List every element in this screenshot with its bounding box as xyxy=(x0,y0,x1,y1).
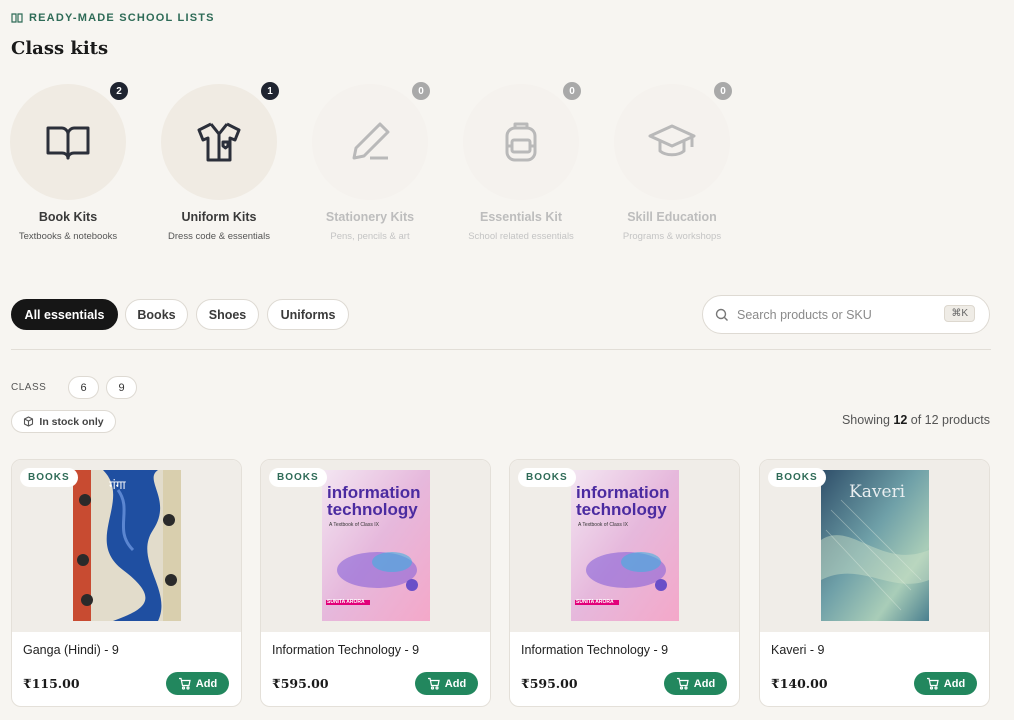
class-label: CLASS xyxy=(11,382,47,393)
product-name[interactable]: Information Technology - 9 xyxy=(272,643,419,657)
add-label: Add xyxy=(693,677,716,690)
product-price: ₹140.00 xyxy=(771,676,828,691)
backpack-icon xyxy=(505,122,537,162)
in-stock-label: In stock only xyxy=(39,415,104,428)
results-prefix: Showing xyxy=(841,413,890,427)
product-name[interactable]: Information Technology - 9 xyxy=(521,643,668,657)
divider xyxy=(11,349,991,350)
cart-icon xyxy=(427,677,440,690)
class-chip-6[interactable]: 6 xyxy=(68,376,99,399)
product-price: ₹595.00 xyxy=(272,676,329,691)
cover-title: गंगा xyxy=(109,478,126,492)
kit-subtitle: Textbooks & notebooks xyxy=(18,231,118,242)
cover-title: information technology xyxy=(576,483,670,519)
product-name[interactable]: Ganga (Hindi) - 9 xyxy=(23,643,119,657)
kit-count-badge: 0 xyxy=(561,80,583,102)
product-price: ₹595.00 xyxy=(521,676,578,691)
kit-title: Uniform Kits xyxy=(181,210,257,224)
product-name[interactable]: Kaveri - 9 xyxy=(771,643,825,657)
kit-count-badge: 1 xyxy=(259,80,281,102)
box-icon xyxy=(24,416,34,427)
shirt-icon xyxy=(197,122,241,162)
results-shown: 12 xyxy=(893,413,908,427)
search-box[interactable]: ⌘K xyxy=(702,295,990,334)
product-card[interactable]: गंगा BOOKS Ganga (Hindi) - 9 ₹115.00 Add xyxy=(11,459,242,707)
eyebrow: READY-MADE SCHOOL LISTS xyxy=(11,12,215,24)
kit-title: Book Kits xyxy=(38,210,98,224)
search-icon xyxy=(715,308,728,321)
results-count: Showing 12 of 12 products xyxy=(842,413,990,427)
product-card[interactable]: Kaveri BOOKS Kaveri - 9 ₹140.00 Add xyxy=(759,459,990,707)
open-book-icon xyxy=(46,126,90,160)
kit-title: Stationery Kits xyxy=(325,210,415,224)
add-to-cart-button[interactable]: Add xyxy=(664,672,727,695)
kit-title: Essentials Kit xyxy=(480,210,562,224)
kit-circle xyxy=(614,84,730,200)
add-label: Add xyxy=(943,677,966,690)
kit-count-badge: 0 xyxy=(712,80,734,102)
tab-all-essentials[interactable]: All essentials xyxy=(11,299,118,330)
book-icon xyxy=(11,13,23,23)
cart-icon xyxy=(676,677,689,690)
tab-uniforms[interactable]: Uniforms xyxy=(267,299,349,330)
add-label: Add xyxy=(195,677,218,690)
product-card[interactable]: information technology A Textbook of Cla… xyxy=(509,459,740,707)
book-cover-ganga: गंगा xyxy=(73,470,181,621)
tab-books[interactable]: Books xyxy=(125,299,188,330)
kit-subtitle: Dress code & essentials xyxy=(168,231,270,242)
in-stock-toggle[interactable]: In stock only xyxy=(11,410,116,433)
graduation-cap-icon xyxy=(648,124,696,157)
cover-title: Kaveri xyxy=(849,482,906,502)
book-cover-it: information technology A Textbook of Cla… xyxy=(571,470,679,621)
kit-subtitle: Programs & workshops xyxy=(622,231,722,242)
pencil-icon xyxy=(352,122,390,160)
book-cover-it: information technology A Textbook of Cla… xyxy=(322,470,430,621)
product-card[interactable]: information technology A Textbook of Cla… xyxy=(260,459,491,707)
cover-author: SUNITA ARORA xyxy=(327,599,365,605)
search-input[interactable] xyxy=(737,307,937,322)
kit-count-badge: 0 xyxy=(410,80,432,102)
category-tag: BOOKS xyxy=(768,468,826,487)
category-tag: BOOKS xyxy=(518,468,576,487)
kit-title: Skill Education xyxy=(627,210,717,224)
kit-count-badge: 2 xyxy=(108,80,130,102)
eyebrow-text: READY-MADE SCHOOL LISTS xyxy=(29,12,215,24)
add-to-cart-button[interactable]: Add xyxy=(914,672,977,695)
kit-circle xyxy=(463,84,579,200)
cart-icon xyxy=(178,677,191,690)
kit-subtitle: School related essentials xyxy=(468,231,574,242)
add-label: Add xyxy=(444,677,467,690)
cart-icon xyxy=(926,677,939,690)
kit-circle xyxy=(312,84,428,200)
kit-circle xyxy=(10,84,126,200)
product-price: ₹115.00 xyxy=(23,676,80,691)
kit-subtitle: Pens, pencils & art xyxy=(330,231,410,242)
book-cover-kaveri: Kaveri xyxy=(821,470,929,621)
category-tag: BOOKS xyxy=(269,468,327,487)
cover-author: SUNITA ARORA xyxy=(576,599,614,605)
cover-subtitle: A Textbook of Class IX xyxy=(329,522,379,528)
tab-shoes[interactable]: Shoes xyxy=(196,299,259,330)
add-to-cart-button[interactable]: Add xyxy=(166,672,229,695)
keyboard-shortcut: ⌘K xyxy=(944,305,975,322)
add-to-cart-button[interactable]: Add xyxy=(415,672,478,695)
class-chip-9[interactable]: 9 xyxy=(106,376,137,399)
cover-subtitle: A Textbook of Class IX xyxy=(578,522,628,528)
results-total: of 12 products xyxy=(910,413,990,427)
category-tag: BOOKS xyxy=(20,468,78,487)
cover-title: information technology xyxy=(327,483,421,519)
kit-circle xyxy=(161,84,277,200)
page-title: Class kits xyxy=(11,38,109,59)
kit-list: 2 Book Kits Textbooks & notebooks 1 Unif… xyxy=(0,80,760,250)
